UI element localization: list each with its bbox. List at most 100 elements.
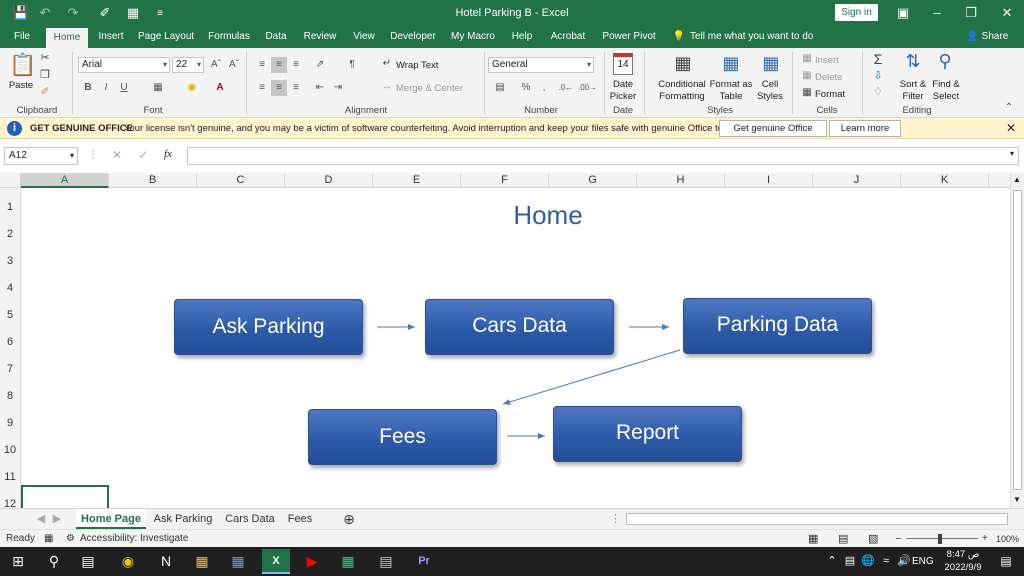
calendar-icon[interactable]: 14	[613, 53, 633, 75]
currency-icon[interactable]: ▤	[492, 80, 508, 96]
close-button[interactable]: ✕	[990, 0, 1024, 26]
cell-styles-icon[interactable]: ▦	[758, 53, 784, 74]
insert-button[interactable]: Insert	[815, 55, 839, 66]
tab-help[interactable]: Help	[508, 26, 536, 48]
page-break-view-icon[interactable]: ▧	[868, 530, 878, 548]
format-as-table-label-2[interactable]: Table	[708, 91, 754, 102]
row-header[interactable]: 1	[0, 188, 20, 215]
sort-filter-icon[interactable]: ⇅	[902, 51, 924, 72]
accessibility-status[interactable]: Accessibility: Investigate	[80, 530, 188, 548]
scroll-thumb[interactable]	[1013, 190, 1022, 490]
date-picker-label-1[interactable]: Date	[604, 79, 642, 90]
row-header[interactable]: 11	[0, 458, 20, 485]
wrap-text-button[interactable]: Wrap Text	[396, 60, 438, 71]
ribbon-display-icon[interactable]: ▣	[886, 0, 920, 26]
tab-page-layout[interactable]: Page Layout	[138, 26, 194, 48]
text-direction-icon[interactable]: ¶	[344, 57, 360, 73]
zoom-level[interactable]: 100%	[996, 530, 1019, 548]
format-as-table-label-1[interactable]: Format as	[708, 79, 754, 90]
underline-button[interactable]: U	[116, 80, 132, 96]
cell-styles-label-1[interactable]: Cell	[752, 79, 788, 90]
cell-styles-label-2[interactable]: Styles	[752, 91, 788, 102]
customize-toolbar-icon[interactable]: ≡	[155, 4, 165, 22]
calculator-icon[interactable]: ▦	[224, 549, 252, 574]
fill-icon[interactable]: ⇩	[870, 69, 886, 82]
report-button[interactable]: Report	[553, 406, 742, 462]
column-header-g[interactable]: G	[549, 173, 637, 188]
column-header-j[interactable]: J	[813, 173, 901, 188]
row-header[interactable]: 10	[0, 431, 20, 458]
copy-icon[interactable]: ❐	[38, 68, 52, 81]
align-left-icon[interactable]: ≡	[254, 80, 270, 96]
decrease-indent-icon[interactable]: ⇤	[312, 80, 328, 96]
column-header-i[interactable]: I	[725, 173, 813, 188]
fill-color-icon[interactable]: ◉	[184, 80, 200, 96]
notion-icon[interactable]: N	[152, 549, 180, 574]
scroll-down-icon[interactable]: ▼	[1013, 495, 1022, 504]
font-name-select[interactable]: Arial ▾	[78, 57, 170, 73]
get-genuine-office-button[interactable]: Get genuine Office	[719, 120, 827, 137]
worksheet-area[interactable]: Home Ask Parking Cars Data Parking Data …	[21, 188, 1010, 508]
conditional-formatting-label-2[interactable]: Formatting	[652, 91, 712, 102]
cut-icon[interactable]: ✂	[38, 51, 52, 64]
zoom-out-icon[interactable]: –	[896, 530, 902, 548]
cancel-entry-icon[interactable]: ✕	[112, 148, 122, 162]
notifications-icon[interactable]: ▤	[992, 549, 1020, 574]
borders-icon[interactable]: ▦	[150, 80, 166, 96]
row-header[interactable]: 5	[0, 296, 20, 323]
clear-icon[interactable]: ♢	[870, 85, 886, 98]
tab-review[interactable]: Review	[300, 26, 340, 48]
next-sheet-icon[interactable]: ▶	[50, 509, 64, 529]
save-icon[interactable]: 💾	[12, 4, 30, 22]
premiere-pro-icon[interactable]: Pr	[410, 549, 438, 574]
learn-more-button[interactable]: Learn more	[829, 120, 901, 137]
format-painter-icon[interactable]: ✐	[96, 4, 114, 22]
column-header-c[interactable]: C	[197, 173, 285, 188]
formula-input[interactable]	[187, 147, 1019, 165]
restore-button[interactable]: ❐	[954, 0, 988, 26]
align-center-icon[interactable]: ≡	[271, 80, 287, 96]
tell-me-search[interactable]: Tell me what you want to do	[690, 26, 820, 48]
autosum-icon[interactable]: Σ	[870, 51, 886, 67]
row-header[interactable]: 3	[0, 242, 20, 269]
cars-data-button[interactable]: Cars Data	[425, 299, 614, 355]
parking-data-button[interactable]: Parking Data	[683, 298, 872, 354]
paste-icon[interactable]: 📋	[9, 52, 36, 78]
add-sheet-icon[interactable]: ⊕	[340, 509, 358, 529]
select-all-corner[interactable]	[0, 173, 21, 188]
pycharm-icon[interactable]: ▦	[334, 549, 362, 574]
column-header-b[interactable]: B	[109, 173, 197, 188]
increase-indent-icon[interactable]: ⇥	[330, 80, 346, 96]
column-header-d[interactable]: D	[285, 173, 373, 188]
conditional-formatting-label-1[interactable]: Conditional	[652, 79, 712, 90]
decrease-decimal-icon[interactable]: .00→	[578, 80, 597, 96]
tab-power-pivot[interactable]: Power Pivot	[600, 26, 658, 48]
clock-time[interactable]: 8:47 ص	[940, 549, 986, 560]
find-select-icon[interactable]: ⚲	[934, 51, 956, 72]
sort-filter-label-2[interactable]: Filter	[896, 91, 930, 102]
sheet-tab-fees[interactable]: Fees	[284, 509, 316, 529]
format-as-table-icon[interactable]: ▦	[718, 53, 744, 74]
decrease-font-icon[interactable]: Aˇ	[226, 57, 242, 73]
sort-filter-label-1[interactable]: Sort &	[896, 79, 930, 90]
sheet-tab-cars-data[interactable]: Cars Data	[222, 509, 278, 529]
clock-date[interactable]: 2022/9/9	[936, 562, 990, 573]
align-middle-icon[interactable]: ≡	[271, 57, 287, 73]
paste-button[interactable]: Paste	[6, 80, 36, 91]
number-format-select[interactable]: General ▾	[488, 57, 594, 73]
macro-record-icon[interactable]: ▦	[44, 530, 53, 548]
tab-formulas[interactable]: Formulas	[204, 26, 254, 48]
task-view-icon[interactable]: ▤	[74, 549, 102, 574]
confirm-entry-icon[interactable]: ✓	[138, 148, 148, 162]
column-header-f[interactable]: F	[461, 173, 549, 188]
share-button[interactable]: Share	[980, 26, 1010, 48]
collapse-ribbon-icon[interactable]: ⌃	[1002, 102, 1016, 113]
sign-in-button[interactable]: Sign in	[835, 4, 878, 21]
prev-sheet-icon[interactable]: ◀	[34, 509, 48, 529]
bold-button[interactable]: B	[80, 80, 96, 96]
page-layout-view-icon[interactable]: ▤	[838, 530, 848, 548]
redo-icon[interactable]: ↷	[64, 4, 82, 22]
expand-formula-icon[interactable]: ▾	[1010, 149, 1014, 158]
row-header[interactable]: 7	[0, 350, 20, 377]
youtube-icon[interactable]: ▶	[298, 549, 326, 574]
